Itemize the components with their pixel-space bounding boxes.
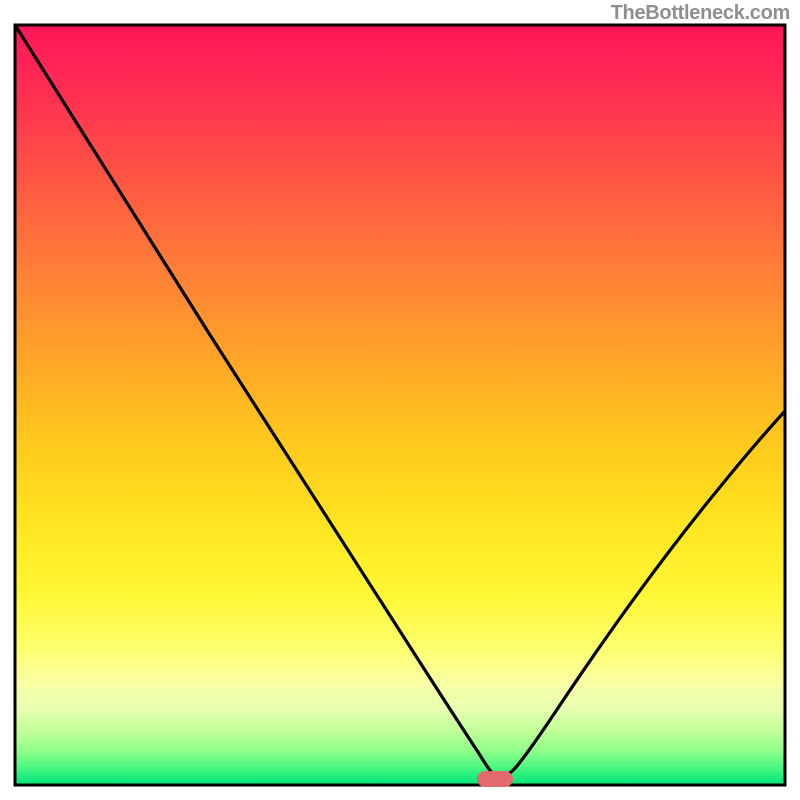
optimal-point-marker xyxy=(477,771,513,787)
bottleneck-chart xyxy=(0,0,800,800)
attribution-label: TheBottleneck.com xyxy=(611,2,790,25)
chart-container: TheBottleneck.com xyxy=(0,0,800,800)
plot-background xyxy=(15,25,785,785)
